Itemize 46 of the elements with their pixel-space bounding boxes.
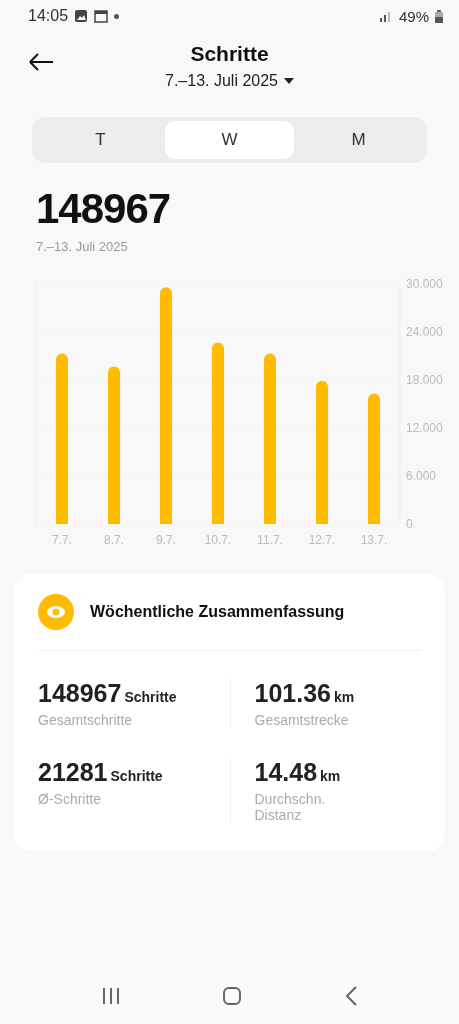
battery-icon <box>435 9 443 23</box>
summary-title: Wöchentliche Zusammenfassung <box>90 603 345 621</box>
status-time: 14:05 <box>28 7 69 25</box>
period-tab[interactable]: W <box>165 121 294 159</box>
x-tick-label: 7.7. <box>52 533 72 544</box>
stat-label: Gesamtschritte <box>38 712 134 728</box>
signal-icon <box>378 10 393 22</box>
recent-apps-icon <box>100 987 121 1005</box>
page-title: Schritte <box>190 42 269 66</box>
back-icon <box>344 986 359 1006</box>
stat-label: Ø-Schritte <box>38 791 102 807</box>
y-tick-label: 30.000 <box>406 277 443 291</box>
total-date: 7.–13. Juli 2025 <box>36 239 129 254</box>
total-steps: 148967 <box>36 185 459 233</box>
y-tick-label: 18.000 <box>406 373 443 387</box>
calendar-icon <box>94 9 109 23</box>
x-tick-label: 12.7. <box>308 533 336 544</box>
x-tick-label: 10.7. <box>204 533 232 544</box>
eye-icon <box>38 594 74 630</box>
period-tab[interactable]: M <box>294 121 423 159</box>
back-arrow-icon <box>28 52 54 72</box>
y-tick-label: 12.000 <box>406 421 443 435</box>
stat-value: 14.48 <box>254 758 318 787</box>
stat-value: 101.36 <box>254 679 331 708</box>
stat-label: Gesamtstrecke <box>254 712 350 728</box>
battery-percent: 49% <box>398 7 429 25</box>
stat-value: 148967 <box>38 679 122 708</box>
x-tick-label: 9.7. <box>156 533 176 544</box>
date-range-selector[interactable]: 7.–13. Juli 2025 <box>165 72 294 90</box>
dot-icon <box>114 13 120 19</box>
stat-value: 21281 <box>38 758 108 787</box>
x-tick-label: 13.7. <box>360 533 388 544</box>
stat-unit: km <box>320 768 341 784</box>
y-tick-label: 0 <box>406 517 413 531</box>
y-tick-label: 6.000 <box>406 469 437 483</box>
x-tick-label: 8.7. <box>104 533 124 544</box>
image-icon <box>74 9 89 23</box>
stat-unit: Schritte <box>124 689 177 705</box>
caret-icon <box>284 78 294 84</box>
x-tick-label: 11.7. <box>257 533 283 544</box>
y-tick-label: 24.000 <box>406 325 443 339</box>
stat-unit: km <box>333 689 355 705</box>
period-tab[interactable]: T <box>36 121 165 159</box>
home-icon <box>222 986 243 1006</box>
stat-label: Durchschn. Distanz <box>254 791 327 823</box>
stat-unit: Schritte <box>110 768 163 784</box>
